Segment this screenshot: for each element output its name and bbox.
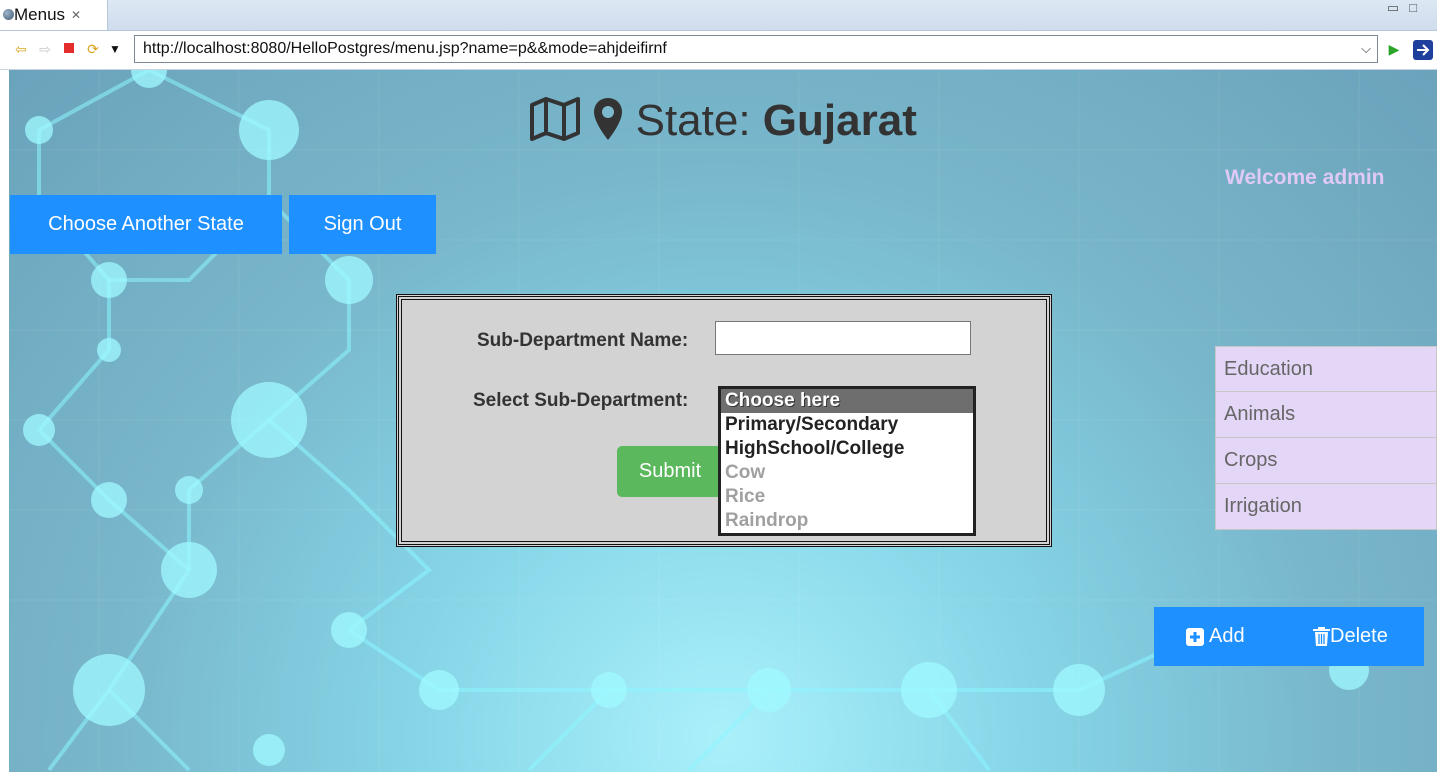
map-marker-icon <box>593 96 635 145</box>
side-menu-item-animals[interactable]: Animals <box>1215 392 1437 438</box>
minimize-icon[interactable]: ▭ <box>1387 0 1409 15</box>
plus-square-icon <box>1186 627 1204 646</box>
stop-icon[interactable] <box>60 40 78 58</box>
page-body: State: Gujarat Welcome admin Choose Anot… <box>9 70 1437 772</box>
maximize-icon[interactable]: □ <box>1409 0 1427 15</box>
choose-another-state-button[interactable]: Choose Another State <box>10 195 282 254</box>
listbox-option-disabled: Rice <box>725 486 766 507</box>
external-browser-icon[interactable] <box>1413 40 1433 60</box>
listbox-option-disabled: Raindrop <box>725 510 809 531</box>
tab-title: Menus <box>14 5 66 24</box>
delete-button[interactable]: Delete <box>1313 607 1388 666</box>
window-controls: ▭□ <box>1387 0 1427 16</box>
state-name: Gujarat <box>762 96 917 145</box>
welcome-message: Welcome admin <box>1225 166 1385 189</box>
state-label: State: <box>635 96 763 145</box>
sub-department-name-label: Sub-Department Name: <box>477 330 689 351</box>
submit-button[interactable]: Submit <box>617 446 723 497</box>
page-title: State: Gujarat <box>9 96 1437 146</box>
side-menu-item-education[interactable]: Education <box>1215 346 1437 392</box>
sign-out-button[interactable]: Sign Out <box>289 195 436 254</box>
refresh-icon[interactable]: ⟳ <box>84 40 102 58</box>
listbox-option-disabled: Cow <box>725 462 766 483</box>
browser-toolbar: ⇦ ⇨ ⟳ ▼ http://localhost:8080/HelloPostg… <box>0 31 1437 70</box>
sub-department-form: Sub-Department Name: Select Sub-Departme… <box>396 294 1052 547</box>
add-label: Add <box>1209 625 1245 647</box>
globe-icon <box>3 9 14 20</box>
action-bar: Add Delete <box>1154 607 1424 666</box>
side-menu-item-crops[interactable]: Crops <box>1215 438 1437 484</box>
side-menu-item-irrigation[interactable]: Irrigation <box>1215 484 1437 530</box>
delete-label: Delete <box>1330 625 1388 647</box>
trash-icon <box>1313 627 1330 646</box>
back-arrow-icon[interactable]: ⇦ <box>12 40 30 58</box>
select-sub-department-label: Select Sub-Department: <box>473 390 689 411</box>
browser-tab[interactable]: Menus ✕ <box>0 0 108 30</box>
listbox-option[interactable]: Primary/Secondary <box>721 413 973 437</box>
go-icon[interactable]: ▶ <box>1385 40 1403 58</box>
url-text: http://localhost:8080/HelloPostgres/menu… <box>143 40 667 57</box>
sub-department-listbox[interactable]: Choose here Primary/Secondary HighSchool… <box>718 386 976 536</box>
tab-close-icon[interactable]: ✕ <box>71 8 81 22</box>
left-border <box>0 70 9 772</box>
department-side-menu: Education Animals Crops Irrigation <box>1215 346 1437 530</box>
chevron-down-icon[interactable]: ⌵ <box>1361 36 1371 62</box>
dropdown-arrow-icon[interactable]: ▼ <box>106 40 124 58</box>
map-icon <box>529 96 593 145</box>
tab-strip: Menus ✕ ▭□ <box>0 0 1437 31</box>
listbox-option[interactable]: HighSchool/College <box>721 437 973 461</box>
url-bar[interactable]: http://localhost:8080/HelloPostgres/menu… <box>134 35 1378 63</box>
listbox-option[interactable]: Choose here <box>721 389 973 413</box>
add-button[interactable]: Add <box>1186 607 1245 666</box>
forward-arrow-icon[interactable]: ⇨ <box>36 40 54 58</box>
sub-department-name-input[interactable] <box>715 321 971 355</box>
